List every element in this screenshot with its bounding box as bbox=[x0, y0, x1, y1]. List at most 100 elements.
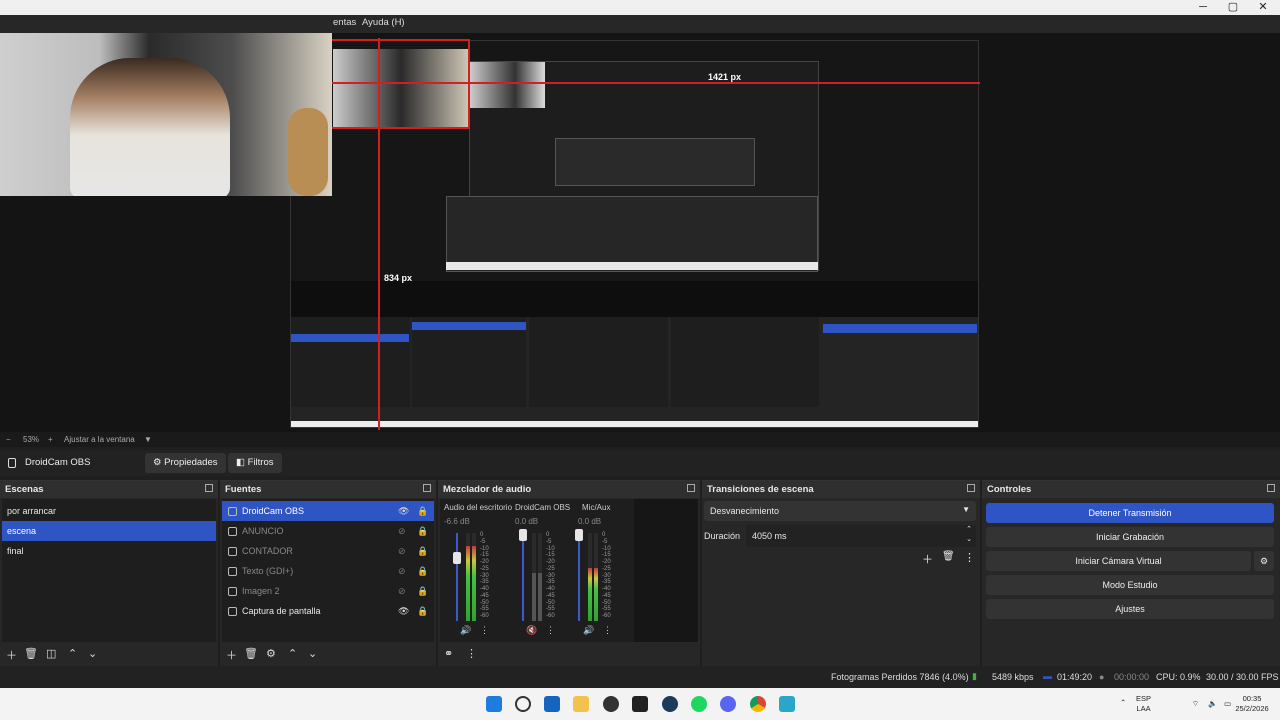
mixer-menu-icon[interactable]: ⋮ bbox=[466, 647, 477, 660]
fader-knob[interactable] bbox=[575, 528, 583, 541]
link-icon[interactable]: ⚭ bbox=[444, 647, 453, 660]
zoom-out-button[interactable]: − bbox=[6, 435, 11, 444]
wifi-icon[interactable]: ⌔ bbox=[1192, 699, 1199, 709]
lock-icon[interactable]: 🔒 bbox=[417, 521, 428, 541]
preview-area[interactable]: 1421 px 834 px bbox=[0, 33, 1280, 432]
volume-fader[interactable] bbox=[522, 533, 524, 621]
minimize-button[interactable]: ─ bbox=[1188, 0, 1218, 15]
spotify-icon[interactable] bbox=[691, 696, 707, 712]
transition-select[interactable]: Desvanecimiento ▼ bbox=[704, 501, 976, 521]
scene-filter-icon[interactable]: ◫ bbox=[46, 647, 56, 660]
undock-icon[interactable] bbox=[687, 484, 695, 492]
zoom-dropdown-arrow[interactable]: ▼ bbox=[144, 435, 152, 444]
muted-speaker-icon[interactable]: 🔇 bbox=[526, 625, 537, 636]
channel-menu-icon[interactable]: ⋮ bbox=[480, 625, 489, 636]
trash-icon[interactable]: 🗑 bbox=[244, 647, 258, 660]
level-meter bbox=[472, 533, 476, 621]
obs-icon[interactable] bbox=[603, 696, 619, 712]
channel-menu-icon[interactable]: ⋮ bbox=[603, 625, 612, 636]
chevron-up-icon[interactable]: ⌃ bbox=[1120, 698, 1126, 708]
trash-icon[interactable]: 🗑 bbox=[24, 647, 38, 660]
menu-item-help[interactable]: Ayuda (H) bbox=[362, 17, 405, 28]
source-item[interactable]: ANUNCIO ⊘ 🔒 bbox=[222, 521, 434, 541]
source-item[interactable]: CONTADOR ⊘ 🔒 bbox=[222, 541, 434, 561]
source-item[interactable]: Imagen 2 ⊘ 🔒 bbox=[222, 581, 434, 601]
undock-icon[interactable] bbox=[967, 484, 975, 492]
fit-to-window-button[interactable]: Ajustar a la ventana bbox=[64, 435, 135, 444]
studio-mode-button[interactable]: Modo Estudio bbox=[986, 575, 1274, 595]
filters-button[interactable]: ◧ Filtros bbox=[228, 453, 282, 473]
undock-icon[interactable] bbox=[205, 484, 213, 492]
fader-knob[interactable] bbox=[519, 528, 527, 541]
volume-fader[interactable] bbox=[456, 533, 458, 621]
zoom-in-button[interactable]: + bbox=[48, 435, 53, 444]
close-button[interactable]: ✕ bbox=[1248, 0, 1278, 15]
duration-input[interactable]: 4050 ms ⌃ ⌄ bbox=[746, 525, 976, 547]
search-icon[interactable] bbox=[515, 696, 531, 712]
lock-icon[interactable]: 🔒 bbox=[417, 581, 428, 601]
program-preview-canvas[interactable] bbox=[290, 40, 979, 428]
scene-item[interactable]: escena bbox=[2, 521, 216, 541]
stop-streaming-button[interactable]: Detener Transmisión bbox=[986, 503, 1274, 523]
language-indicator[interactable]: ESP LAA bbox=[1136, 694, 1151, 714]
steam-icon[interactable] bbox=[662, 696, 678, 712]
start-menu-icon[interactable] bbox=[486, 696, 502, 712]
folder-icon[interactable] bbox=[573, 696, 589, 712]
spinner-up-icon[interactable]: ⌃ bbox=[966, 525, 972, 533]
virtual-camera-settings-button[interactable]: ⚙ bbox=[1254, 551, 1274, 571]
speaker-icon[interactable]: 🔊 bbox=[583, 625, 594, 636]
add-icon[interactable]: ＋ bbox=[226, 647, 237, 663]
camera-icon bbox=[228, 507, 237, 516]
more-icon[interactable]: ⋮ bbox=[964, 551, 975, 564]
start-recording-button[interactable]: Iniciar Grabación bbox=[986, 527, 1274, 547]
db-scale-tick: -60 bbox=[480, 613, 489, 620]
gear-icon[interactable]: ⚙ bbox=[266, 647, 276, 660]
visibility-eye-icon[interactable]: 👁 bbox=[398, 501, 409, 521]
discord-icon[interactable] bbox=[720, 696, 736, 712]
hidden-eye-icon[interactable]: ⊘ bbox=[398, 541, 406, 561]
filters-label: Filtros bbox=[247, 457, 274, 468]
settings-button[interactable]: Ajustes bbox=[986, 599, 1274, 619]
epic-games-icon[interactable] bbox=[632, 696, 648, 712]
lock-icon[interactable]: 🔒 bbox=[417, 601, 428, 621]
lock-icon[interactable]: 🔒 bbox=[417, 561, 428, 581]
undock-icon[interactable] bbox=[1267, 484, 1275, 492]
undock-icon[interactable] bbox=[423, 484, 431, 492]
scene-item[interactable]: por arrancar bbox=[2, 501, 216, 521]
spinner-down-icon[interactable]: ⌄ bbox=[966, 535, 972, 543]
volume-icon[interactable]: 🔈 bbox=[1208, 699, 1217, 709]
webcam-source-image[interactable] bbox=[0, 33, 332, 196]
app-icon[interactable] bbox=[779, 696, 795, 712]
hidden-eye-icon[interactable]: ⊘ bbox=[398, 521, 406, 541]
gear-icon: ⚙ bbox=[1259, 556, 1269, 566]
start-virtual-camera-button[interactable]: Iniciar Cámara Virtual bbox=[986, 551, 1251, 571]
measure-horizontal-line bbox=[332, 82, 980, 84]
hidden-eye-icon[interactable]: ⊘ bbox=[398, 561, 406, 581]
fader-knob[interactable] bbox=[453, 551, 461, 564]
visibility-eye-icon[interactable]: 👁 bbox=[398, 601, 409, 621]
clock-date: 25/2/2026 bbox=[1235, 704, 1269, 713]
move-down-icon[interactable]: ⌄ bbox=[308, 647, 317, 660]
source-item[interactable]: Captura de pantalla 👁 🔒 bbox=[222, 601, 434, 621]
move-up-icon[interactable]: ⌃ bbox=[68, 647, 77, 660]
menu-item-tools[interactable]: entas bbox=[333, 17, 356, 28]
source-item[interactable]: Texto (GDI+) ⊘ 🔒 bbox=[222, 561, 434, 581]
clock[interactable]: 00:35 25/2/2026 bbox=[1227, 694, 1277, 714]
hidden-eye-icon[interactable]: ⊘ bbox=[398, 581, 406, 601]
volume-fader[interactable] bbox=[578, 533, 580, 621]
store-icon[interactable] bbox=[544, 696, 560, 712]
scene-item[interactable]: final bbox=[2, 541, 216, 561]
speaker-icon[interactable]: 🔊 bbox=[460, 625, 471, 636]
channel-menu-icon[interactable]: ⋮ bbox=[546, 625, 555, 636]
chrome-icon[interactable] bbox=[750, 696, 766, 712]
source-item[interactable]: DroidCam OBS 👁 🔒 bbox=[222, 501, 434, 521]
move-down-icon[interactable]: ⌄ bbox=[88, 647, 97, 660]
move-up-icon[interactable]: ⌃ bbox=[288, 647, 297, 660]
maximize-button[interactable]: ▢ bbox=[1218, 0, 1248, 15]
lock-icon[interactable]: 🔒 bbox=[417, 541, 428, 561]
properties-button[interactable]: ⚙ Propiedades bbox=[145, 453, 226, 473]
add-icon[interactable]: ＋ bbox=[6, 647, 17, 663]
trash-icon[interactable]: 🗑 bbox=[942, 551, 955, 562]
add-icon[interactable]: ＋ bbox=[922, 551, 933, 567]
lock-icon[interactable]: 🔒 bbox=[417, 501, 428, 521]
